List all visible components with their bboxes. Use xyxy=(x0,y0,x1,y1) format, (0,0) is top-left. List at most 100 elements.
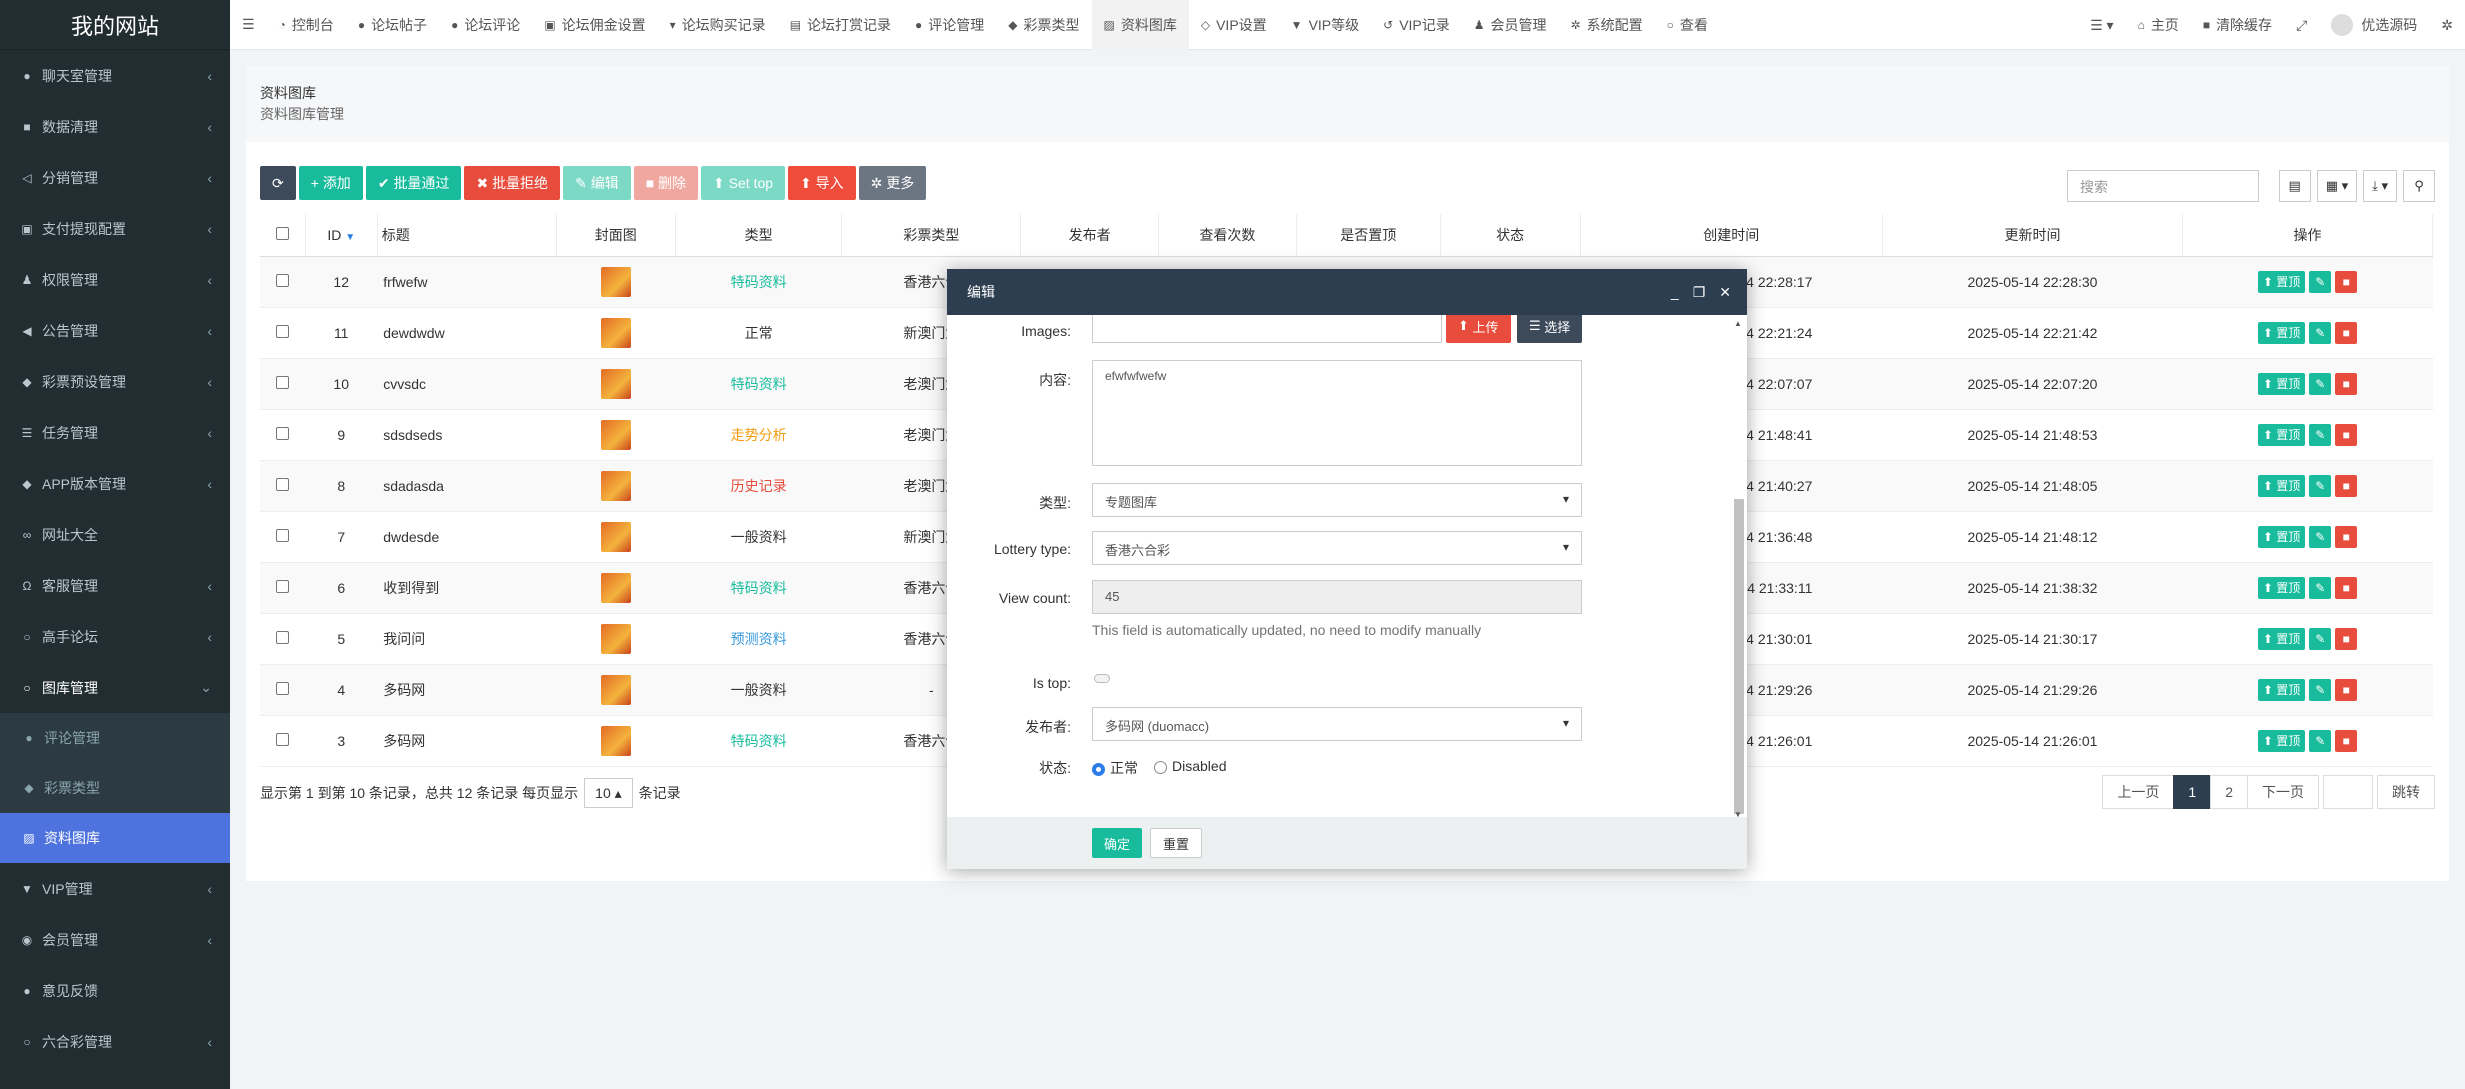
row-set-top-button[interactable]: ⬆ 置顶 xyxy=(2257,423,2306,446)
row-set-top-button[interactable]: ⬆ 置顶 xyxy=(2257,729,2306,752)
tab-forum-commission[interactable]: ▣ 论坛佣金设置 xyxy=(532,0,657,50)
type-label[interactable]: 特码资料 xyxy=(731,733,787,749)
sidebar-subitem-gallery-data[interactable]: ▨ 资料图库 xyxy=(0,813,230,863)
cover-thumbnail[interactable] xyxy=(600,674,631,705)
cover-thumbnail[interactable] xyxy=(600,572,631,603)
row-delete-button[interactable]: ■ xyxy=(2335,525,2358,548)
type-label[interactable]: 正常 xyxy=(745,325,773,341)
row-delete-button[interactable]: ■ xyxy=(2335,270,2358,293)
sidebar-subitem-lottery-type[interactable]: ◆ 彩票类型 xyxy=(0,763,230,813)
row-select-cell[interactable] xyxy=(260,460,306,512)
row-checkbox[interactable] xyxy=(276,528,290,542)
type-label[interactable]: 特码资料 xyxy=(731,274,787,290)
scroll-up-icon[interactable]: ▲ xyxy=(1734,319,1742,328)
status-disabled-radio[interactable]: Disabled xyxy=(1154,758,1226,774)
sidebar-item-chatroom[interactable]: ● 聊天室管理 ‹ xyxy=(0,50,230,101)
sidebar-item-lhc[interactable]: ○ 六合彩管理 ‹ xyxy=(0,1016,230,1067)
type-label[interactable]: 走势分析 xyxy=(731,427,787,443)
sidebar-item-data-clean[interactable]: ■ 数据清理 ‹ xyxy=(0,101,230,152)
sidebar-item-permission[interactable]: ♟ 权限管理 ‹ xyxy=(0,254,230,305)
page-size-select[interactable]: 10 ▴ xyxy=(584,778,633,808)
add-button[interactable]: + 添加 xyxy=(298,166,363,200)
select-all-cell[interactable] xyxy=(260,214,306,257)
page-2-button[interactable]: 2 xyxy=(2210,775,2248,809)
cover-thumbnail[interactable] xyxy=(600,419,631,450)
refresh-button[interactable]: ⟳ xyxy=(260,166,296,200)
row-delete-button[interactable]: ■ xyxy=(2335,372,2358,395)
dialog-scrollbar[interactable]: ▲ ▼ xyxy=(1733,319,1745,819)
row-select-cell[interactable] xyxy=(260,256,306,308)
row-checkbox[interactable] xyxy=(276,630,290,644)
tab-vip-settings[interactable]: ◇ VIP设置 xyxy=(1189,0,1279,50)
tab-forum-posts[interactable]: ● 论坛帖子 xyxy=(346,0,439,50)
cover-thumbnail[interactable] xyxy=(600,623,631,654)
import-button[interactable]: ⬆ 导入 xyxy=(788,166,856,200)
delete-button[interactable]: ■ 删除 xyxy=(633,166,699,200)
more-button[interactable]: ✲ 更多 xyxy=(858,166,927,200)
row-select-cell[interactable] xyxy=(260,358,306,410)
row-edit-button[interactable]: ✎ xyxy=(2309,423,2332,446)
row-set-top-button[interactable]: ⬆ 置顶 xyxy=(2257,678,2306,701)
row-edit-button[interactable]: ✎ xyxy=(2309,321,2332,344)
type-label[interactable]: 一般资料 xyxy=(731,682,787,698)
tab-forum-comments[interactable]: ● 论坛评论 xyxy=(439,0,532,50)
tab-lottery-type[interactable]: ◆ 彩票类型 xyxy=(996,0,1091,50)
row-select-cell[interactable] xyxy=(260,715,306,767)
prev-page-button[interactable]: 上一页 xyxy=(2102,775,2175,809)
row-edit-button[interactable]: ✎ xyxy=(2309,678,2332,701)
row-select-cell[interactable] xyxy=(260,511,306,563)
sidebar-item-payment[interactable]: ▣ 支付提现配置 ‹ xyxy=(0,203,230,254)
sidebar-item-vip[interactable]: ▼ VIP管理 ‹ xyxy=(0,863,230,914)
row-delete-button[interactable]: ■ xyxy=(2335,729,2358,752)
status-normal-radio[interactable]: 正常 xyxy=(1092,758,1138,778)
row-checkbox[interactable] xyxy=(276,324,290,338)
sidebar-item-urls[interactable]: ∞ 网址大全 xyxy=(0,509,230,560)
jump-page-input[interactable] xyxy=(2323,775,2373,809)
row-select-cell[interactable] xyxy=(260,613,306,665)
row-checkbox[interactable] xyxy=(276,426,290,440)
type-label[interactable]: 预测资料 xyxy=(731,631,787,647)
tab-gallery-data[interactable]: ▨ 资料图库 xyxy=(1091,0,1189,50)
cover-thumbnail[interactable] xyxy=(600,368,631,399)
lottery-select[interactable]: 香港六合彩 xyxy=(1092,531,1582,565)
toggle-view-button[interactable]: ▤ xyxy=(2278,170,2311,202)
column-header[interactable]: ID ▼ xyxy=(305,214,378,257)
row-checkbox[interactable] xyxy=(276,732,290,746)
row-edit-button[interactable]: ✎ xyxy=(2309,372,2332,395)
row-set-top-button[interactable]: ⬆ 置顶 xyxy=(2257,627,2306,650)
images-input[interactable] xyxy=(1092,315,1442,343)
cover-thumbnail[interactable] xyxy=(600,317,631,348)
row-checkbox[interactable] xyxy=(276,579,290,593)
settings-button[interactable]: ✲ xyxy=(2429,0,2465,50)
jump-button[interactable]: 跳转 xyxy=(2377,775,2435,809)
tab-forum-purchases[interactable]: ▾ 论坛购买记录 xyxy=(658,0,778,50)
page-1-button[interactable]: 1 xyxy=(2173,775,2212,809)
row-set-top-button[interactable]: ⬆ 置顶 xyxy=(2257,372,2306,395)
row-delete-button[interactable]: ■ xyxy=(2335,576,2358,599)
fullscreen-button[interactable]: ⤢ xyxy=(2284,0,2319,50)
row-edit-button[interactable]: ✎ xyxy=(2309,270,2332,293)
reset-button[interactable]: 重置 xyxy=(1150,828,1203,858)
tab-system-config[interactable]: ✲ 系统配置 xyxy=(1559,0,1655,50)
cover-thumbnail[interactable] xyxy=(600,470,631,501)
sidebar-item-distribution[interactable]: ◁ 分销管理 ‹ xyxy=(0,152,230,203)
confirm-button[interactable]: 确定 xyxy=(1092,828,1143,858)
row-edit-button[interactable]: ✎ xyxy=(2309,729,2332,752)
row-checkbox[interactable] xyxy=(276,477,290,491)
tab-view[interactable]: ○ 查看 xyxy=(1655,0,1720,50)
row-checkbox[interactable] xyxy=(276,681,290,695)
row-select-cell[interactable] xyxy=(260,562,306,614)
row-edit-button[interactable]: ✎ xyxy=(2309,576,2332,599)
home-link[interactable]: ⌂ 主页 xyxy=(2126,0,2191,50)
choose-button[interactable]: ☰ 选择 xyxy=(1517,315,1583,343)
row-select-cell[interactable] xyxy=(260,664,306,716)
cover-thumbnail[interactable] xyxy=(600,266,631,297)
set-top-button[interactable]: ⬆ Set top xyxy=(701,166,786,200)
content-textarea[interactable]: efwfwfwefw xyxy=(1092,360,1582,466)
row-set-top-button[interactable]: ⬆ 置顶 xyxy=(2257,474,2306,497)
sidebar-item-app-version[interactable]: ◆ APP版本管理 ‹ xyxy=(0,458,230,509)
site-logo[interactable]: 我的网站 xyxy=(0,0,230,50)
sidebar-item-service[interactable]: Ω 客服管理 ‹ xyxy=(0,560,230,611)
type-label[interactable]: 历史记录 xyxy=(731,478,787,494)
user-menu[interactable]: 优选源码 xyxy=(2319,0,2429,50)
